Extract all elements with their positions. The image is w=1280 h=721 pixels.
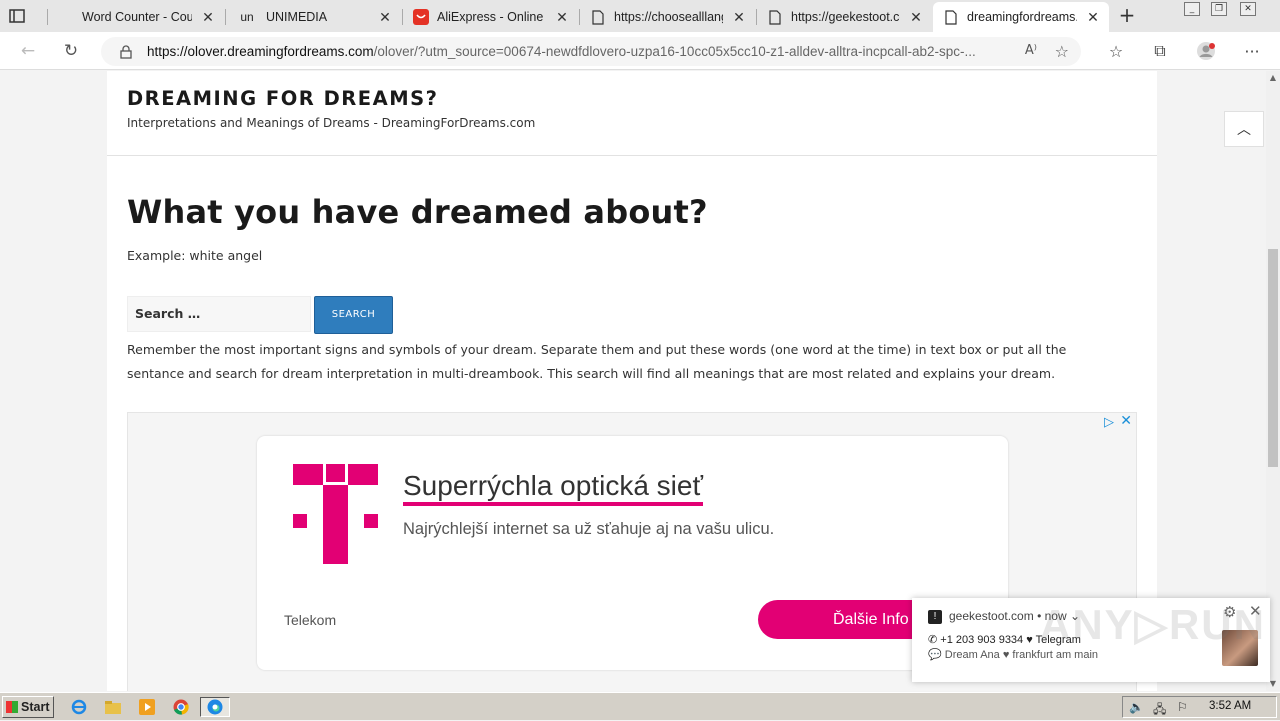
- scroll-to-top-button[interactable]: ︿: [1224, 111, 1264, 147]
- system-tray: 🔈 🖧 ⚐ 3:52 AM: [1122, 696, 1277, 718]
- tab-chooseall[interactable]: https://choosealllang ✕: [580, 2, 755, 32]
- search-input[interactable]: Search …: [127, 296, 311, 332]
- restore-icon[interactable]: ❐: [1211, 2, 1227, 16]
- windows-logo-icon: [6, 701, 18, 713]
- window-close-icon[interactable]: ✕: [1240, 2, 1256, 16]
- close-icon[interactable]: ✕: [908, 9, 924, 25]
- tab-word-counter[interactable]: Word Counter - Cour ✕: [48, 2, 224, 32]
- add-favorite-icon[interactable]: ☆: [1055, 42, 1069, 61]
- site-title[interactable]: DREAMING FOR DREAMS?: [127, 87, 438, 110]
- favorites-icon[interactable]: ☆: [1106, 41, 1126, 61]
- more-menu-icon[interactable]: ···: [1242, 41, 1262, 61]
- tab-title: dreamingfordreams.c: [967, 10, 1077, 24]
- search-button[interactable]: Search: [314, 296, 393, 334]
- collections-icon[interactable]: ⧉: [1150, 41, 1170, 61]
- page-title: What you have dreamed about?: [127, 193, 708, 231]
- tab-title: https://geekestoot.cc: [791, 10, 900, 24]
- search-example: Example: white angel: [127, 248, 263, 263]
- unimedia-icon: un: [240, 10, 254, 24]
- lock-icon: [120, 44, 132, 59]
- speaker-icon[interactable]: 🔈: [1129, 700, 1144, 714]
- aliexpress-icon: [413, 9, 429, 25]
- adchoices-icon[interactable]: ▷: [1104, 415, 1114, 430]
- site-description: Interpretations and Meanings of Dreams -…: [127, 116, 536, 130]
- scroll-up-icon[interactable]: ▲: [1266, 71, 1280, 85]
- back-icon[interactable]: ←: [18, 41, 38, 61]
- tab-title: AliExpress - Online Sh: [437, 10, 546, 24]
- url-text: https://olover.dreamingfordreams.com/olo…: [147, 44, 976, 59]
- ad-headline: Superrýchla optická sieť: [403, 470, 703, 506]
- edge-icon[interactable]: [200, 697, 230, 717]
- folder-icon[interactable]: [102, 697, 124, 717]
- tab-title: UNIMEDIA: [266, 10, 328, 24]
- tab-dreamingfordreams[interactable]: dreamingfordreams.c ✕: [933, 2, 1109, 32]
- page-icon: [943, 9, 959, 25]
- close-icon[interactable]: ✕: [554, 9, 570, 25]
- search-instructions: Remember the most important signs and sy…: [127, 342, 1067, 381]
- media-player-icon[interactable]: [136, 697, 158, 717]
- notification-body: 💬 Dream Ana ♥ frankfurt am main: [928, 649, 1099, 661]
- read-aloud-icon[interactable]: A⁾: [1025, 43, 1037, 58]
- flag-icon[interactable]: ⚐: [1177, 700, 1188, 714]
- header-divider: [107, 155, 1157, 156]
- start-button[interactable]: Start: [2, 696, 54, 718]
- scroll-thumb[interactable]: [1268, 249, 1278, 467]
- page-icon: [590, 9, 606, 25]
- close-icon[interactable]: ✕: [1085, 9, 1101, 25]
- tab-title: https://choosealllang: [614, 10, 723, 24]
- tab-unimedia[interactable]: un UNIMEDIA ✕: [226, 2, 401, 32]
- tab-aliexpress[interactable]: AliExpress - Online Sh ✕: [403, 2, 578, 32]
- chrome-icon[interactable]: [170, 697, 192, 717]
- taskbar: Start 🔈 🖧 ⚐ 3:52 AM: [0, 692, 1280, 720]
- address-bar[interactable]: https://olover.dreamingfordreams.com/olo…: [101, 37, 1081, 66]
- profile-icon[interactable]: [1196, 41, 1216, 61]
- new-tab-icon[interactable]: +: [1116, 5, 1138, 27]
- network-icon[interactable]: 🖧: [1153, 700, 1166, 721]
- close-icon[interactable]: ✕: [200, 9, 216, 25]
- page-icon: [58, 9, 74, 25]
- browser-toolbar: ← ↻ https://olover.dreamingfordreams.com…: [0, 32, 1280, 70]
- page-icon: [767, 9, 783, 25]
- ie-icon[interactable]: [68, 697, 90, 717]
- ad-subline: Najrýchlejší internet sa už sťahuje aj n…: [403, 520, 775, 538]
- clock[interactable]: 3:52 AM: [1209, 700, 1251, 712]
- close-icon[interactable]: ✕: [731, 9, 747, 25]
- ad-brand: Telekom: [284, 612, 337, 628]
- minimize-icon[interactable]: _: [1184, 2, 1200, 16]
- telekom-ad[interactable]: Superrýchla optická sieť Najrýchlejší in…: [257, 436, 1008, 670]
- tab-strip: Word Counter - Cour ✕ un UNIMEDIA ✕ AliE…: [0, 0, 1280, 32]
- notification-icon: !: [928, 610, 942, 624]
- close-icon[interactable]: ✕: [377, 9, 393, 25]
- tab-title: Word Counter - Cour: [82, 10, 192, 24]
- anyrun-watermark-logo: ANY▷RUN: [1040, 601, 1266, 648]
- reload-icon[interactable]: ↻: [61, 41, 81, 61]
- tab-actions-icon[interactable]: [8, 7, 26, 25]
- tab-geekestoot[interactable]: https://geekestoot.cc ✕: [757, 2, 932, 32]
- ad-close-icon[interactable]: ✕: [1120, 413, 1132, 429]
- telekom-logo: [293, 464, 378, 564]
